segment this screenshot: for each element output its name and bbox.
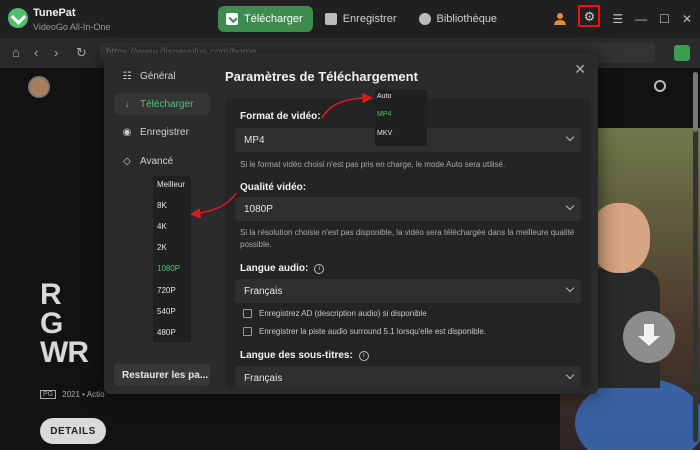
sidebar-item-label: Télécharger <box>140 98 194 110</box>
sidebar-item-label: Général <box>140 70 176 82</box>
dialog-title: Paramètres de Téléchargement <box>225 69 418 84</box>
sidebar-item-general[interactable]: ☷ Général <box>114 65 210 87</box>
settings-button[interactable]: ⚙ <box>578 5 601 27</box>
quality-option[interactable]: 2K <box>157 243 167 252</box>
chevron-down-icon <box>565 201 575 211</box>
title-line: R <box>40 278 62 311</box>
tab-label: Bibliothèque <box>436 13 498 25</box>
diamond-icon: ◇ <box>123 155 131 167</box>
restore-defaults-button[interactable]: Restaurer les pa... <box>114 364 210 386</box>
video-format-note: Si le format vidéo choisi n'est pas pris… <box>240 160 506 169</box>
video-quality-label: Qualité vidéo: <box>240 182 307 193</box>
avatar[interactable] <box>28 76 50 98</box>
subtitle-language-select[interactable]: Français <box>235 366 581 387</box>
chevron-down-icon <box>565 370 575 380</box>
title-line: G <box>40 307 63 340</box>
extension-icon[interactable] <box>674 45 690 61</box>
quality-option[interactable]: 720P <box>157 286 176 295</box>
details-button[interactable]: DETAILS <box>40 418 106 444</box>
forward-icon[interactable]: › <box>54 45 58 60</box>
download-arrow-icon: ↓ <box>124 98 130 110</box>
app-subtitle: VideoGo All-In-One <box>33 22 111 32</box>
sidebar-item-telecharger[interactable]: ↓ Télécharger <box>114 93 210 115</box>
title-bar: TunePat VideoGo All-In-One Télécharger E… <box>0 0 700 38</box>
subtitle-language-label: Langue des sous-titres: i <box>240 350 369 361</box>
gear-icon: ⚙ <box>583 8 596 24</box>
audio-language-value: Français <box>244 285 283 297</box>
subtitle-language-label-text: Langue des sous-titres: <box>240 350 353 361</box>
checkbox-surround-label: Enregistrer la piste audio surround 5.1 … <box>259 327 486 336</box>
movie-title-partial: R G WR <box>40 278 89 369</box>
video-quality-note: Si la résolution choisie n'est pas dispo… <box>240 228 575 249</box>
format-option-mp4[interactable]: MP4 <box>377 111 391 118</box>
quality-option[interactable]: 540P <box>157 307 176 316</box>
record-icon <box>324 13 337 25</box>
close-window-icon[interactable]: ✕ <box>682 13 692 25</box>
tab-telecharger[interactable]: Télécharger <box>218 6 313 32</box>
back-icon[interactable]: ‹ <box>34 45 38 60</box>
close-icon[interactable]: ✕ <box>574 61 586 78</box>
chevron-down-icon <box>565 283 575 293</box>
user-icon[interactable] <box>554 12 567 25</box>
video-format-options: Auto MP4 MKV <box>375 90 427 146</box>
page-scrollbar-thumb[interactable] <box>693 72 698 132</box>
sliders-icon: ☷ <box>122 70 132 82</box>
sidebar-item-enregistrer[interactable]: ◉ Enregistrer <box>114 121 210 143</box>
minimize-icon[interactable]: — <box>635 13 647 25</box>
video-quality-select[interactable]: 1080P <box>235 197 581 221</box>
chevron-down-icon <box>565 132 575 142</box>
quality-option[interactable]: 4K <box>157 222 167 231</box>
checkbox-row-surround[interactable]: Enregistrer la piste audio surround 5.1 … <box>243 327 486 336</box>
app-name: TunePat <box>33 7 76 19</box>
window-controls: ⚙ ☰ — ☐ ✕ <box>554 5 692 27</box>
tab-bibliotheque[interactable]: Bibliothèque <box>411 6 508 32</box>
home-icon[interactable]: ⌂ <box>12 45 20 60</box>
sidebar-item-label: Avancé <box>140 155 174 167</box>
movie-meta: PG 2021 • Actio <box>40 390 105 399</box>
quality-option[interactable]: Meilleur <box>157 180 185 189</box>
tab-label: Télécharger <box>244 13 303 25</box>
search-icon[interactable] <box>654 80 666 92</box>
main-tabs: Télécharger Enregistrer Bibliothèque <box>218 6 507 32</box>
checkbox-ad[interactable] <box>243 309 252 318</box>
hero-artwork-face <box>590 203 650 273</box>
format-option-auto[interactable]: Auto <box>377 93 391 100</box>
download-fab[interactable] <box>623 311 675 363</box>
checkbox-surround[interactable] <box>243 327 252 336</box>
video-format-label: Format de vidéo: <box>240 111 321 122</box>
maximize-icon[interactable]: ☐ <box>659 13 670 25</box>
checkbox-ad-label: Enregistrez AD (description audio) si di… <box>259 309 427 318</box>
library-icon <box>418 13 431 25</box>
sidebar-item-avance[interactable]: ◇ Avancé <box>114 150 210 172</box>
audio-language-label-text: Langue audio: <box>240 263 309 274</box>
tab-label: Enregistrer <box>342 13 397 25</box>
reload-icon[interactable]: ↻ <box>76 45 87 61</box>
checkbox-row-ad[interactable]: Enregistrez AD (description audio) si di… <box>243 309 427 318</box>
video-quality-value: 1080P <box>244 203 273 215</box>
video-quality-options: Meilleur 8K 4K 2K 1080P 720P 540P 480P <box>153 176 191 342</box>
video-format-value: MP4 <box>244 134 265 146</box>
format-option-mkv[interactable]: MKV <box>377 130 392 137</box>
app-logo-icon <box>8 8 28 28</box>
tab-enregistrer[interactable]: Enregistrer <box>317 6 407 32</box>
audio-language-select[interactable]: Français <box>235 279 581 303</box>
eye-icon: ◉ <box>122 126 132 138</box>
movie-meta-text: 2021 • Actio <box>62 390 105 399</box>
quality-option[interactable]: 8K <box>157 201 167 210</box>
rating-badge: PG <box>40 390 57 399</box>
quality-option[interactable]: 480P <box>157 328 176 337</box>
quality-option-selected[interactable]: 1080P <box>157 264 180 273</box>
info-icon[interactable]: i <box>314 263 325 274</box>
menu-icon[interactable]: ☰ <box>612 13 623 25</box>
download-icon <box>226 13 238 25</box>
audio-language-label: Langue audio: i <box>240 263 325 274</box>
title-line: WR <box>40 336 89 369</box>
info-icon[interactable]: i <box>358 350 369 361</box>
sidebar-item-label: Enregistrer <box>140 126 189 138</box>
subtitle-language-value: Français <box>244 372 283 384</box>
